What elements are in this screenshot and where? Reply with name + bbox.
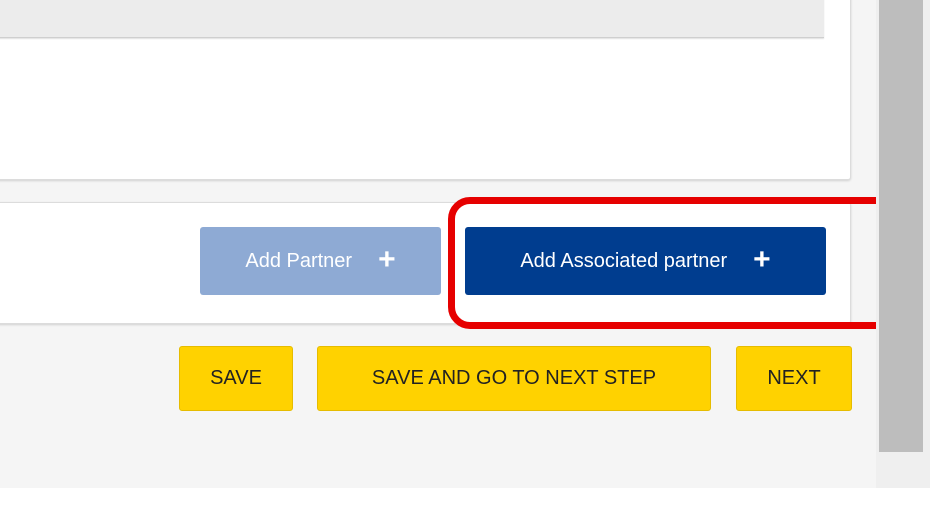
add-associated-partner-label: Add Associated partner: [520, 249, 728, 272]
plus-icon: +: [378, 243, 396, 276]
partner-details-inner-section: [0, 0, 824, 38]
plus-icon: +: [753, 243, 771, 276]
page-bottom-strip: [0, 488, 930, 516]
add-partner-label: Add Partner: [245, 249, 353, 272]
add-partner-button[interactable]: Add Partner +: [200, 227, 441, 295]
add-associated-partner-button[interactable]: Add Associated partner +: [465, 227, 826, 295]
scrollbar-thumb[interactable]: [879, 0, 923, 452]
save-and-next-step-button[interactable]: SAVE AND GO TO NEXT STEP: [317, 346, 711, 411]
next-button[interactable]: NEXT: [736, 346, 852, 411]
save-button[interactable]: SAVE: [179, 346, 293, 411]
